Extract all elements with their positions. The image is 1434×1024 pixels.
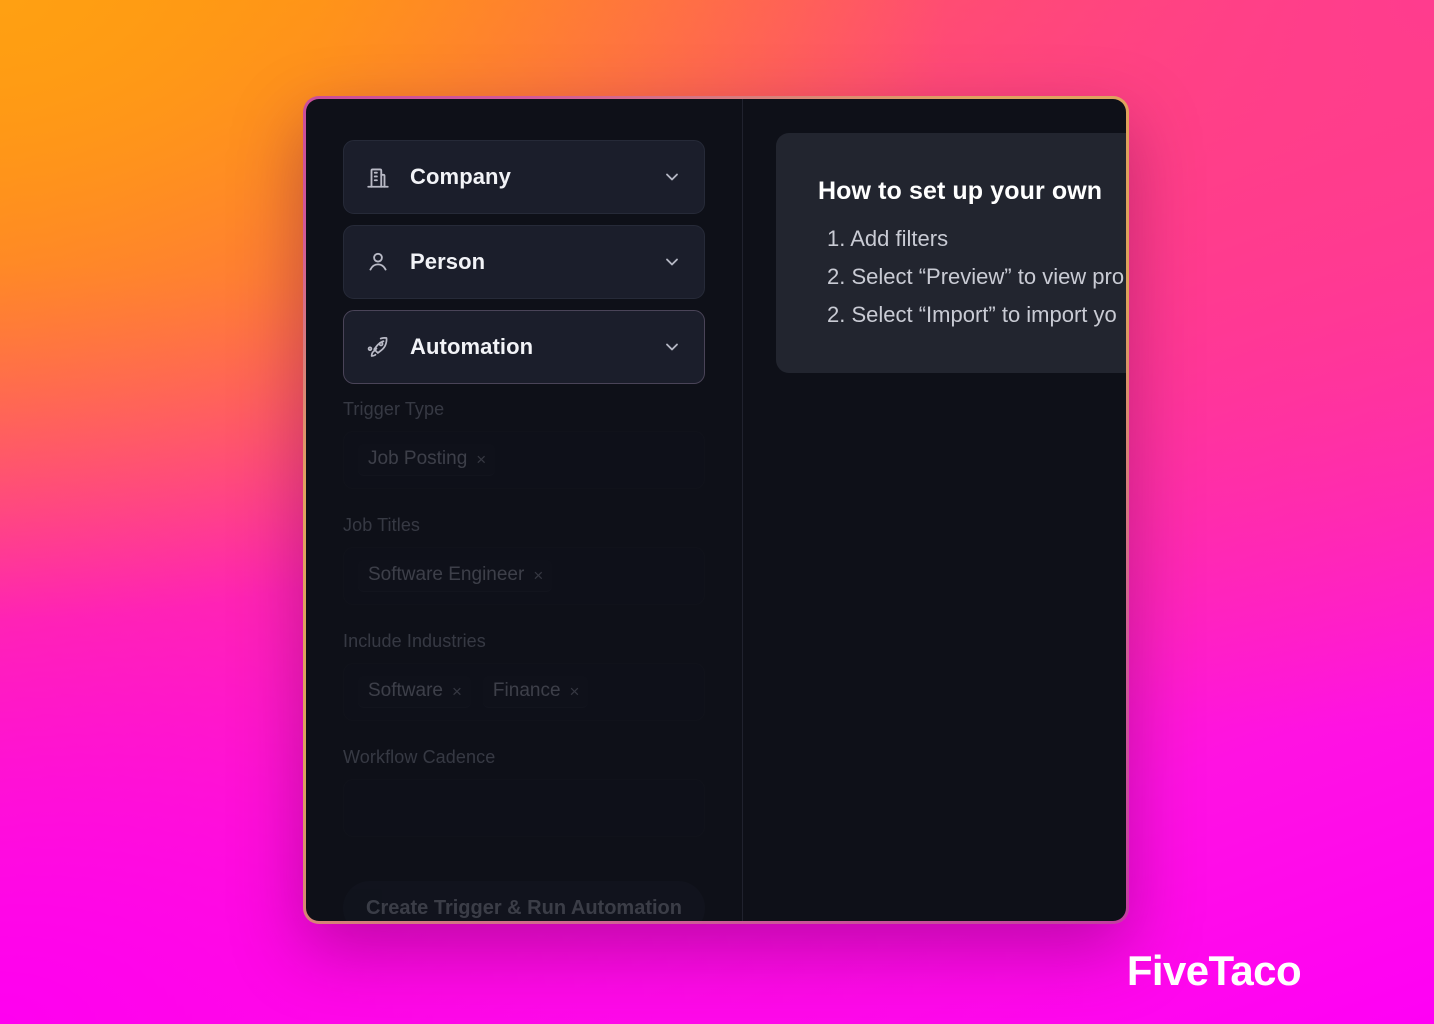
sidebar-item-label: Automation bbox=[410, 334, 534, 359]
field-label: Trigger Type bbox=[343, 399, 445, 419]
building-icon bbox=[365, 164, 391, 190]
chevron-down-icon[interactable] bbox=[662, 167, 682, 187]
job-titles-input[interactable]: Software Engineer × bbox=[343, 547, 705, 605]
field-job-titles: Job Titles Software Engineer × bbox=[343, 515, 705, 605]
close-icon[interactable]: × bbox=[476, 451, 486, 468]
include-industries-input[interactable]: Software × Finance × bbox=[343, 663, 705, 721]
sidebar-item-label: Company bbox=[410, 164, 511, 189]
field-label: Include Industries bbox=[343, 631, 486, 651]
howto-step: 2. Select “Preview” to view pro bbox=[827, 263, 1125, 289]
chip-label: Software Engineer bbox=[368, 564, 525, 585]
close-icon[interactable]: × bbox=[570, 683, 580, 700]
app-window-frame: Company Person Automation Trigger Type J… bbox=[303, 96, 1129, 924]
chip[interactable]: Software Engineer × bbox=[358, 560, 553, 592]
chip-label: Software bbox=[368, 680, 443, 701]
chip[interactable]: Software × bbox=[358, 676, 471, 708]
howto-panel: How to set up your own 1. Add filters 2.… bbox=[743, 99, 1126, 921]
howto-step: 2. Select “Import” to import yo bbox=[827, 301, 1117, 327]
field-include-industries: Include Industries Software × Finance × bbox=[343, 631, 705, 721]
brand-logo: FiveTaco bbox=[1126, 947, 1302, 994]
howto-title: How to set up your own bbox=[818, 177, 1103, 205]
field-workflow-cadence: Workflow Cadence bbox=[343, 747, 705, 837]
create-trigger-button[interactable]: Create Trigger & Run Automation bbox=[343, 881, 705, 921]
sidebar-item-automation[interactable]: Automation bbox=[343, 310, 705, 384]
sidebar-item-company[interactable]: Company bbox=[343, 140, 705, 214]
field-label: Workflow Cadence bbox=[343, 747, 496, 767]
chip[interactable]: Job Posting × bbox=[358, 444, 496, 476]
howto-card: How to set up your own 1. Add filters 2.… bbox=[776, 133, 1126, 374]
chevron-down-icon[interactable] bbox=[662, 337, 682, 357]
chip-label: Finance bbox=[492, 680, 561, 701]
sidebar-item-person[interactable]: Person bbox=[343, 225, 705, 299]
field-label: Job Titles bbox=[343, 515, 421, 535]
automation-form: Trigger Type Job Posting × Job Titles So… bbox=[343, 399, 705, 921]
chip[interactable]: Finance × bbox=[482, 676, 589, 708]
chevron-down-icon[interactable] bbox=[662, 252, 682, 272]
close-icon[interactable]: × bbox=[452, 683, 462, 700]
person-icon bbox=[365, 249, 391, 275]
field-trigger-type: Trigger Type Job Posting × bbox=[343, 399, 705, 489]
chip-label: Job Posting bbox=[368, 448, 468, 469]
howto-step: 1. Add filters bbox=[827, 226, 949, 251]
sidebar-item-label: Person bbox=[410, 249, 486, 274]
trigger-type-input[interactable]: Job Posting × bbox=[343, 431, 705, 489]
workflow-cadence-input[interactable] bbox=[343, 779, 705, 837]
filters-panel: Company Person Automation Trigger Type J… bbox=[306, 99, 743, 921]
rocket-icon bbox=[365, 334, 391, 360]
close-icon[interactable]: × bbox=[533, 567, 543, 584]
app-window: Company Person Automation Trigger Type J… bbox=[306, 99, 1126, 921]
